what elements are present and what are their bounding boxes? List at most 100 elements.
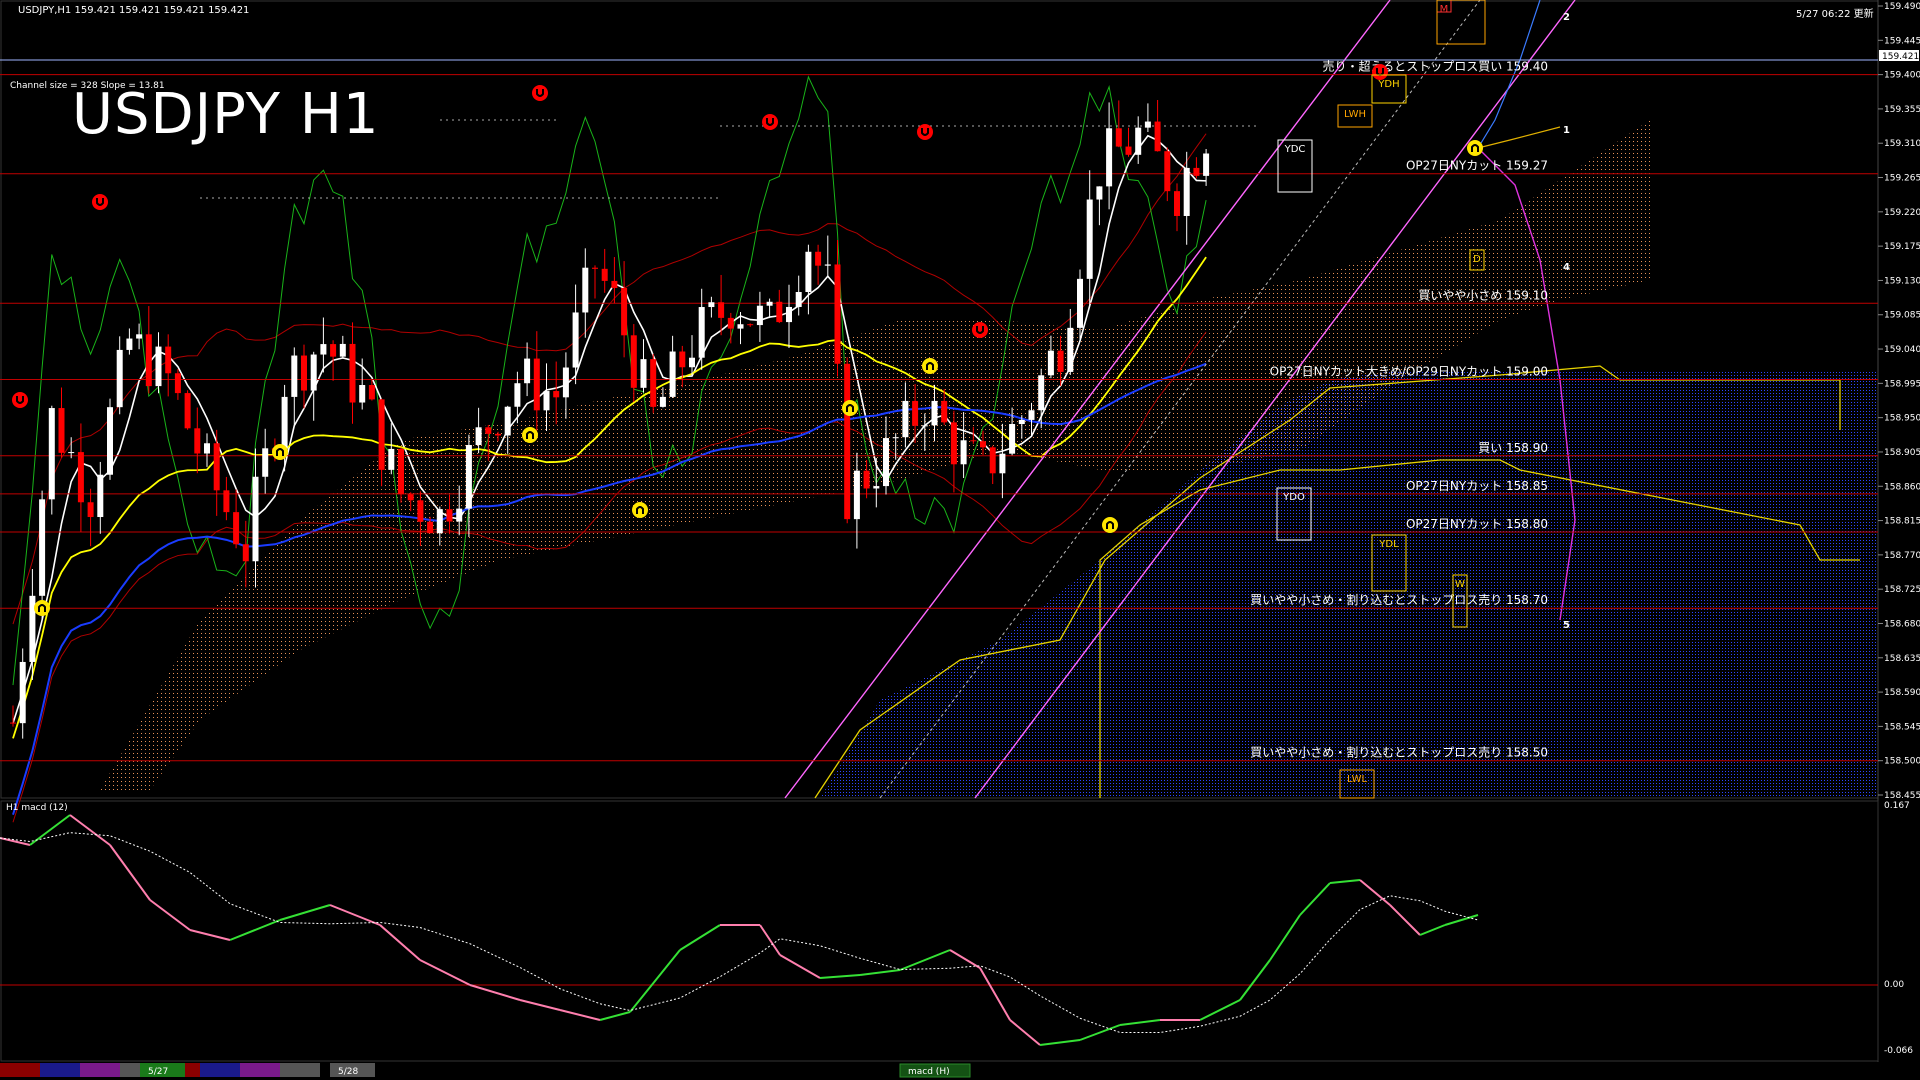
sell-signal-marker [762,114,778,130]
candle-body [165,346,172,374]
macd-segment [859,969,901,976]
pivot-box-label: LWH [1344,109,1366,120]
pivot-box-label: YDL [1378,539,1399,550]
candle-body [1106,128,1113,187]
macd-segment [779,954,821,979]
candle-body [39,499,46,596]
candle-body [621,288,628,336]
candle-body [844,363,851,520]
level-label: 売り・超えるとストップロス買い 159.40 [1323,59,1548,74]
candle-body [495,433,501,436]
pivot-box-label: YDH [1377,79,1399,90]
macd-segment [279,904,331,921]
macd-lines [0,814,1878,1046]
wave-label: 1 [1563,125,1570,136]
macd-segment [1419,924,1446,936]
price-tick-label: 159.355 [1884,105,1920,115]
candle-body [795,292,802,307]
macd-zero-value: 0.00 [1884,980,1905,990]
candle-body [562,367,569,398]
macd-segment [469,984,521,1001]
candle-body [281,396,288,451]
wave-label: 5 [1563,620,1570,631]
chart-canvas[interactable]: 売り・超えるとストップロス買い 159.40 OP27日NYカット 159.27 買… [0,0,1920,1080]
candle-body [388,448,395,470]
candle-body [931,400,938,426]
candle-body [330,344,337,357]
candle-body [349,343,356,403]
macd-segment [979,967,1011,1021]
candle-body [10,722,16,724]
candle-body [941,400,948,423]
price-tick-label: 159.400 [1884,71,1920,81]
candle-body [184,393,191,429]
session-strip [280,1063,320,1077]
price-tick-label: 159.040 [1884,345,1920,355]
buy-signal-marker [1467,140,1483,156]
macd-segment [189,929,231,941]
macd-segment [149,899,191,931]
candle-body [921,425,928,427]
price-tick-label: 159.220 [1884,208,1920,218]
candle-body [912,400,919,426]
candle-body [87,502,94,518]
date-tabs[interactable]: 5/27 5/28 macd (H) [0,1063,971,1078]
candle-body [582,267,589,313]
price-axis: 159.490 159.445 159.400 159.355 159.310 159.2… [1878,2,1920,801]
macd-segment [1269,914,1301,961]
candle-body [77,452,84,503]
candle-body [19,661,26,724]
macd-segment [629,949,681,1013]
macd-segment [1079,1024,1121,1041]
price-tick-label: 159.265 [1884,174,1920,184]
price-tick-label: 159.130 [1884,276,1920,286]
candle-body [1096,186,1103,200]
candle-body [950,422,957,465]
macd-segment [1119,1019,1161,1026]
candle-body [824,264,831,266]
candle-body [863,470,870,489]
price-tick-label: 158.545 [1884,722,1920,732]
price-tick-label: 158.725 [1884,585,1920,595]
candle-body [1174,191,1180,216]
pivot-box-label: YDO [1282,492,1305,503]
candle-body [1038,375,1045,411]
candle-body [136,334,143,339]
candle-body [310,354,317,391]
candle-body [378,399,385,470]
sell-signal-marker [12,392,28,408]
buy-signal-marker [842,400,858,416]
candle-body [640,359,647,388]
level-label: OP27日NYカット大きめ/OP29日NYカット 159.00 [1270,365,1548,379]
candle-body [1183,167,1190,216]
session-strip [240,1063,280,1077]
buy-signal-marker [272,444,288,460]
candle-body [233,512,240,545]
candle-body [669,351,676,397]
macd-label: H1 macd (12) [6,803,68,813]
price-tick-label: 159.085 [1884,311,1920,321]
price-tick-label: 159.490 [1884,2,1920,12]
candle-body [155,346,162,387]
candle-body [1057,350,1064,372]
macd-segment [1359,879,1391,906]
candle-body [116,349,123,408]
candle-body [475,427,482,446]
macd-segment [519,999,561,1011]
pivot-box-label: M [1440,4,1449,15]
candle-body [1125,146,1132,155]
candle-body [727,317,734,329]
session-strip [40,1063,80,1077]
date-tab-label: 5/27 [148,1067,168,1077]
candle-body [1028,410,1035,420]
candle-body [553,391,560,398]
candle-body [194,428,201,454]
buy-signal-marker [522,427,538,443]
price-tick-label: 158.770 [1884,551,1920,561]
candle-body [456,508,463,522]
candle-body [68,452,75,454]
candle-body [776,301,783,323]
candle-body [291,355,298,397]
candle-body [1047,350,1054,376]
candle-body [1018,419,1025,425]
